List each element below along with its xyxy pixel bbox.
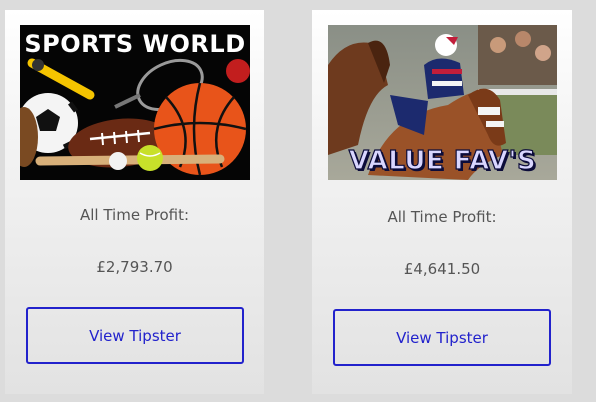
profit-label: All Time Profit: — [79, 206, 190, 224]
profit-value: £4,641.50 — [403, 260, 481, 278]
tennis-ball-icon — [137, 145, 163, 171]
baseball-bat-icon — [35, 154, 225, 166]
profit-value: £2,793.70 — [96, 258, 173, 276]
tipster-card-value-favs: VALUE FAV'S All Time Profit: £4,641.50 V… — [312, 10, 572, 394]
view-tipster-button[interactable]: View Tipster — [333, 309, 551, 366]
tipster-card-sports-world: SPORTS WORLD All Time Profit: £2,793.70 … — [5, 10, 264, 394]
value-favs-image[interactable]: VALUE FAV'S — [328, 25, 557, 180]
value-favs-title: VALUE FAV'S — [348, 145, 537, 176]
golf-ball-icon — [109, 152, 127, 170]
profit-label: All Time Profit: — [387, 208, 497, 226]
view-tipster-button[interactable]: View Tipster — [26, 307, 244, 364]
sports-world-image[interactable]: SPORTS WORLD — [20, 25, 250, 180]
sports-world-title: SPORTS WORLD — [24, 30, 246, 58]
